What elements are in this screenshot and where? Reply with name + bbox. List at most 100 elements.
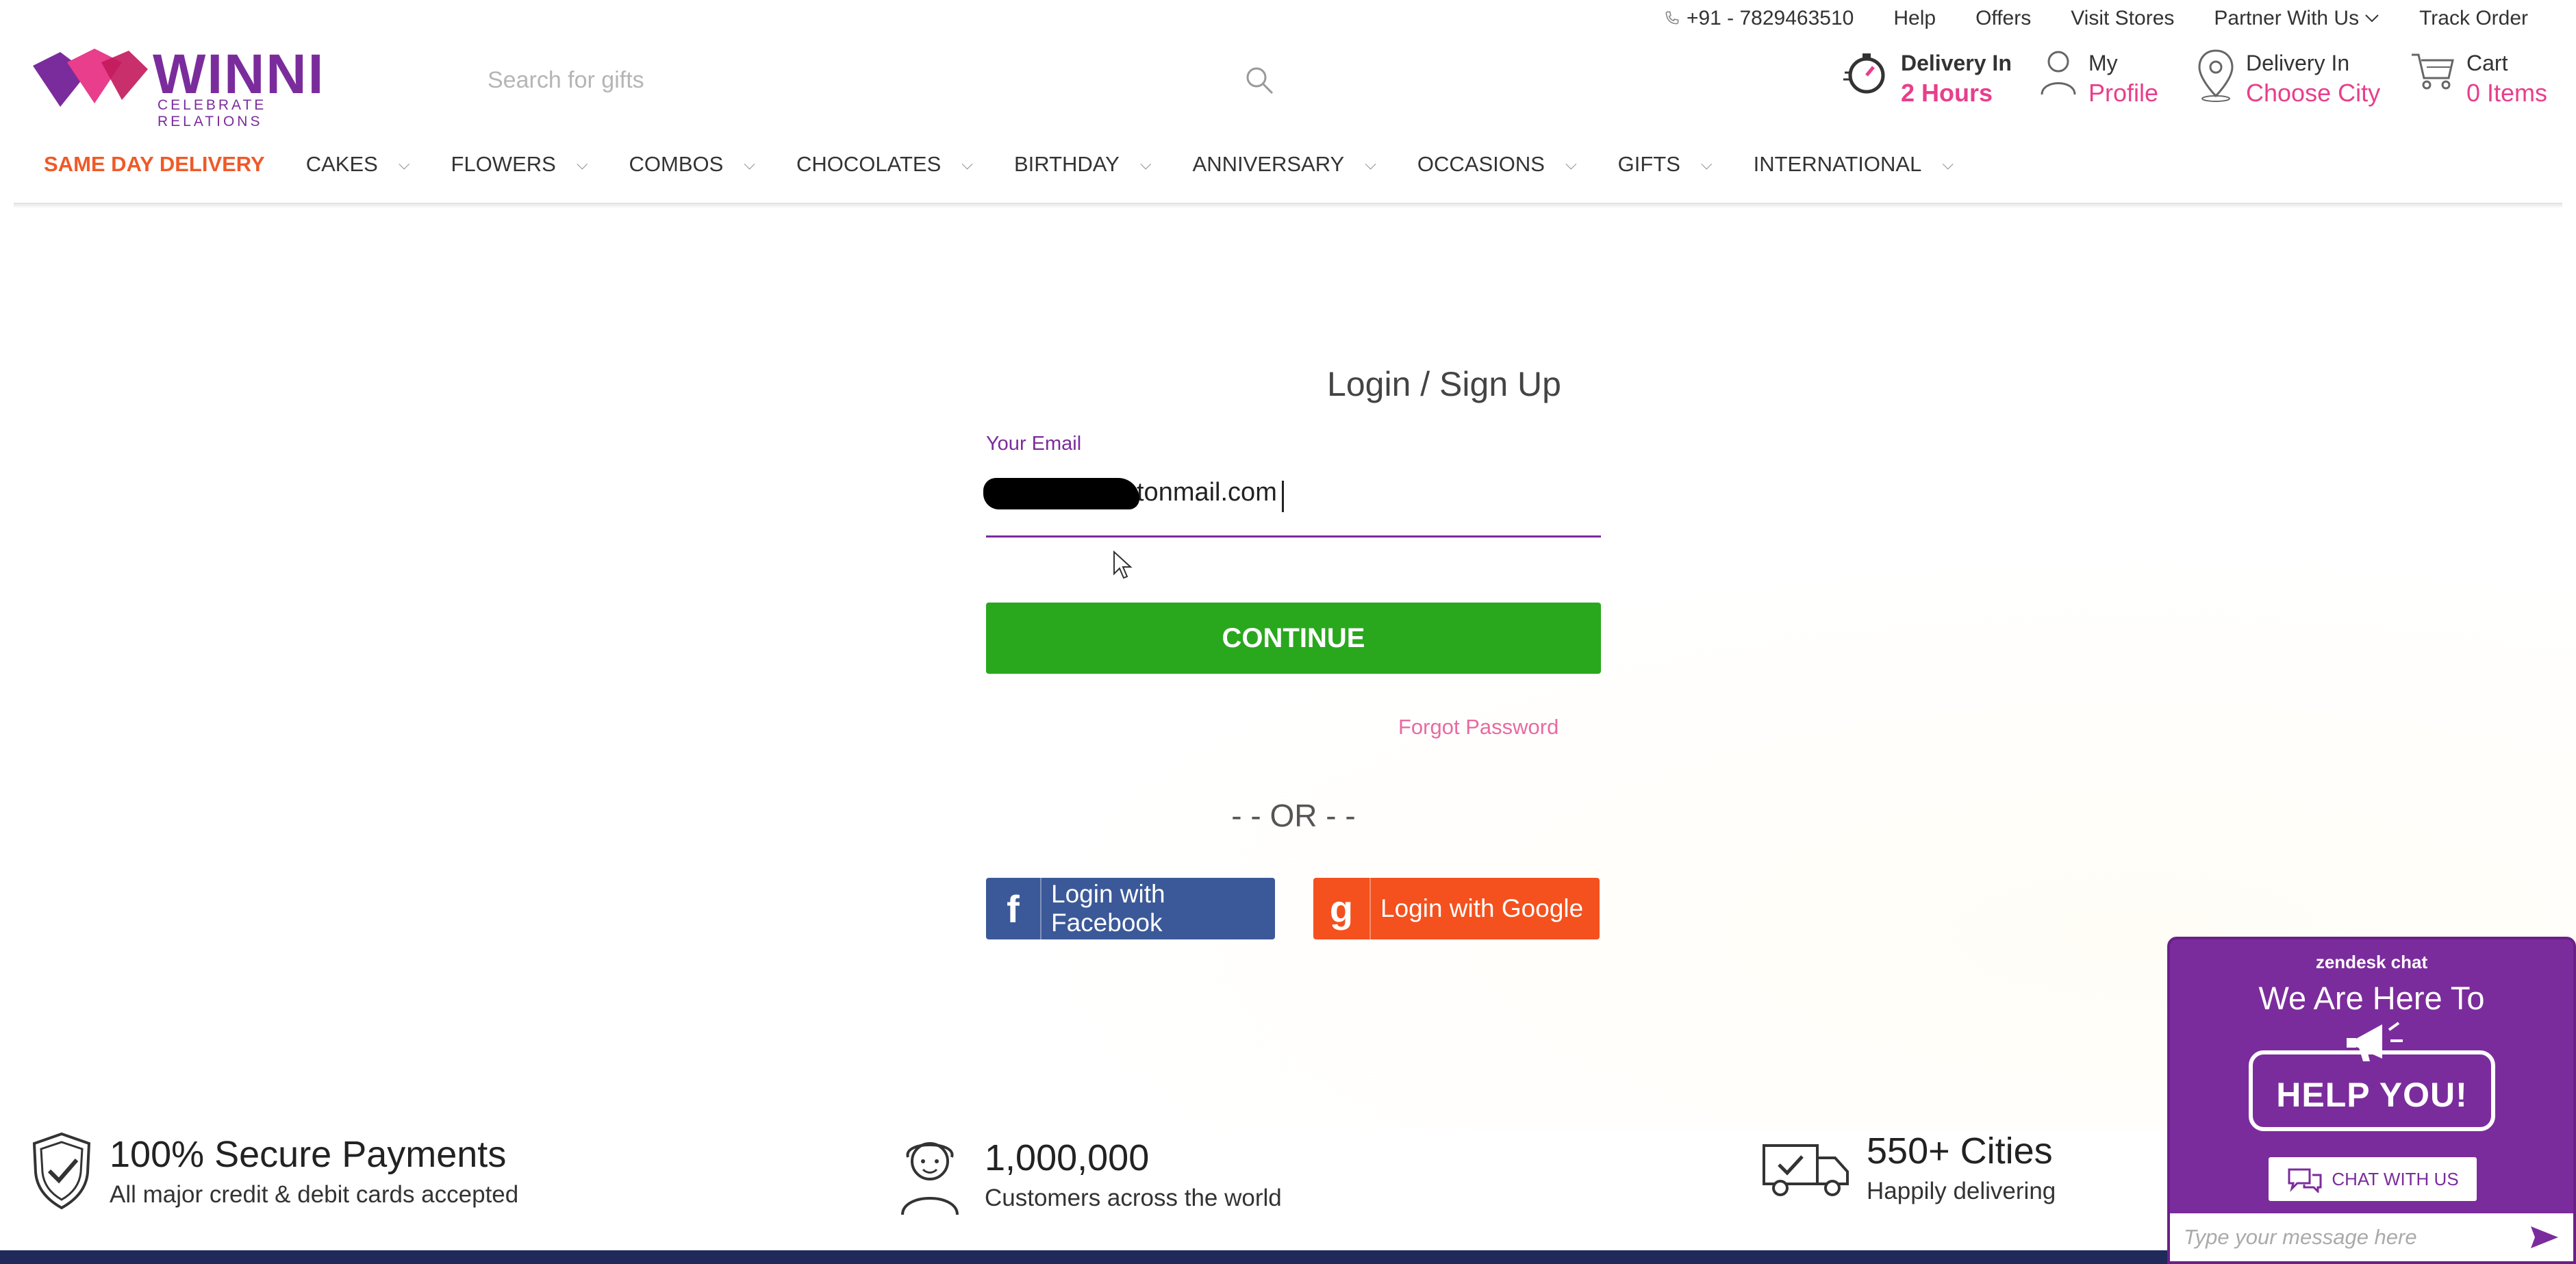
- nav-anniversary[interactable]: ANNIVERSARY ⌵: [1193, 152, 1376, 177]
- nav-cakes[interactable]: CAKES ⌵: [306, 152, 410, 177]
- profile-label: My: [2088, 51, 2118, 75]
- heart-logo-icon: [33, 49, 148, 107]
- search-icon[interactable]: [1243, 64, 1275, 96]
- nav-combos[interactable]: COMBOS ⌵: [629, 152, 755, 177]
- zendesk-brand: zendesk chat: [2315, 952, 2428, 972]
- forgot-password-link[interactable]: Forgot Password: [1398, 715, 1558, 740]
- profile-menu[interactable]: My Profile: [2039, 48, 2158, 108]
- phone-icon: [1665, 11, 1679, 25]
- zendesk-title: We Are Here To: [2258, 980, 2485, 1016]
- send-icon[interactable]: [2529, 1224, 2560, 1251]
- or-divider: - - OR - -: [1231, 798, 1356, 833]
- email-field[interactable]: tonmail.com: [983, 472, 1601, 538]
- profile-link[interactable]: Profile: [2088, 78, 2158, 108]
- chat-with-us-button[interactable]: CHAT WITH US: [2269, 1157, 2477, 1201]
- help-link[interactable]: Help: [1893, 7, 1936, 30]
- delivery-time-info: Delivery In 2 Hours: [1842, 48, 2012, 108]
- phone-link[interactable]: +91 - 7829463510: [1663, 7, 1854, 30]
- nav-label: OCCASIONS: [1417, 152, 1545, 176]
- user-icon: [2041, 51, 2076, 95]
- feature-subtitle: All major credit & debit cards accepted: [110, 1181, 519, 1208]
- nav-occasions[interactable]: OCCASIONS ⌵: [1417, 152, 1577, 177]
- feature-subtitle: Happily delivering: [1867, 1178, 2056, 1204]
- logo-tagline: CELEBRATE RELATIONS: [157, 97, 267, 129]
- top-links: +91 - 7829463510 Help Offers Visit Store…: [1663, 7, 2528, 30]
- partner-label: Partner With Us: [2214, 7, 2360, 29]
- feature-title: 100% Secure Payments: [110, 1134, 507, 1175]
- nav-international[interactable]: INTERNATIONAL ⌵: [1754, 152, 1954, 177]
- nav-same-day-delivery[interactable]: SAME DAY DELIVERY: [44, 152, 265, 177]
- feature-title: 550+ Cities: [1867, 1130, 2053, 1172]
- chevron-down-icon: [2365, 14, 2379, 23]
- search-input[interactable]: Search for gifts: [488, 67, 644, 94]
- cart-label: Cart: [2466, 51, 2508, 75]
- nav-chocolates[interactable]: CHOCOLATES ⌵: [796, 152, 973, 177]
- facebook-icon: f: [986, 878, 1041, 939]
- chevron-down-icon: ⌵: [1942, 155, 1954, 173]
- cart-button[interactable]: Cart 0 Items: [2410, 48, 2547, 108]
- nav-label: COMBOS: [629, 152, 724, 176]
- chat-with-us-label: CHAT WITH US: [2332, 1168, 2459, 1189]
- delivery-time-value: 2 Hours: [1901, 79, 1993, 107]
- cart-icon: [2412, 53, 2454, 90]
- partner-link[interactable]: Partner With Us: [2214, 7, 2379, 30]
- nav-birthday[interactable]: BIRTHDAY ⌵: [1014, 152, 1152, 177]
- nav-label: CHOCOLATES: [796, 152, 942, 176]
- continue-button[interactable]: CONTINUE: [986, 603, 1601, 674]
- nav-divider: [14, 203, 2562, 208]
- phone-number: +91 - 7829463510: [1686, 7, 1854, 29]
- offers-link[interactable]: Offers: [1975, 7, 2031, 30]
- mouse-cursor-icon: [1113, 551, 1133, 579]
- search-bar[interactable]: Search for gifts: [488, 62, 1275, 103]
- nav-label: SAME DAY DELIVERY: [44, 152, 265, 176]
- zendesk-chat-widget[interactable]: zendesk chat We Are Here To HELP YOU! CH…: [2167, 937, 2576, 1264]
- customer-icon: [901, 1142, 959, 1215]
- email-value[interactable]: tonmail.com: [1137, 478, 1277, 507]
- winni-logo[interactable]: WINNI CELEBRATE RELATIONS: [26, 42, 334, 129]
- help-you-badge: HELP YOU!: [2249, 1050, 2495, 1131]
- text-caret: [1282, 481, 1284, 512]
- nav-label: BIRTHDAY: [1013, 152, 1120, 176]
- nav-label: ANNIVERSARY: [1192, 152, 1345, 176]
- chevron-down-icon: ⌵: [1565, 155, 1577, 173]
- chevron-down-icon: ⌵: [1700, 155, 1713, 173]
- google-login-button[interactable]: g Login with Google: [1313, 878, 1600, 939]
- footer-bar: [0, 1250, 2167, 1264]
- track-order-link[interactable]: Track Order: [2419, 7, 2528, 30]
- facebook-login-label: Login with Facebook: [1051, 880, 1165, 937]
- feature-title: 1,000,000: [985, 1137, 1150, 1178]
- chat-message-input[interactable]: Type your message here: [2170, 1213, 2573, 1261]
- location-pin-icon: [2198, 49, 2234, 102]
- nav-label: GIFTS: [1617, 152, 1680, 176]
- chat-input-placeholder: Type your message here: [2184, 1225, 2417, 1249]
- chevron-down-icon: ⌵: [1365, 155, 1376, 173]
- delivery-truck-icon: [1763, 1144, 1849, 1196]
- cart-count: 0 Items: [2466, 79, 2548, 107]
- shield-check-icon: [32, 1132, 91, 1210]
- city-selector[interactable]: Delivery In Choose City: [2197, 48, 2380, 108]
- nav-gifts[interactable]: GIFTS ⌵: [1618, 152, 1713, 177]
- nav-flowers[interactable]: FLOWERS ⌵: [451, 152, 588, 177]
- chevron-down-icon: ⌵: [576, 155, 588, 173]
- nav-label: INTERNATIONAL: [1753, 152, 1922, 176]
- feature-cities: 550+ Cities Happily delivering: [1757, 1130, 2056, 1205]
- google-icon: g: [1313, 878, 1371, 939]
- chevron-down-icon: ⌵: [744, 155, 755, 173]
- email-label: Your Email: [986, 433, 1082, 455]
- chat-bubble-icon: [2288, 1168, 2322, 1193]
- nav-label: CAKES: [305, 152, 378, 176]
- main-nav: SAME DAY DELIVERY CAKES ⌵ FLOWERS ⌵ COMBOS…: [44, 152, 1995, 177]
- choose-city-link[interactable]: Choose City: [2246, 78, 2380, 108]
- feature-secure-payments: 100% Secure Payments All major credit & …: [27, 1130, 518, 1212]
- city-label: Delivery In: [2246, 51, 2350, 75]
- feature-subtitle: Customers across the world: [985, 1185, 1282, 1211]
- top-bar: +91 - 7829463510 Help Offers Visit Store…: [0, 0, 2576, 40]
- nav-label: FLOWERS: [451, 152, 556, 176]
- stopwatch-icon: [1843, 53, 1885, 94]
- chevron-down-icon: ⌵: [961, 155, 973, 173]
- google-login-label: Login with Google: [1380, 894, 1584, 922]
- facebook-login-button[interactable]: f Login with Facebook: [986, 878, 1275, 939]
- visit-stores-link[interactable]: Visit Stores: [2071, 7, 2174, 30]
- feature-customers: 1,000,000 Customers across the world: [889, 1130, 1282, 1219]
- login-title: Login / Sign Up: [1327, 365, 1561, 403]
